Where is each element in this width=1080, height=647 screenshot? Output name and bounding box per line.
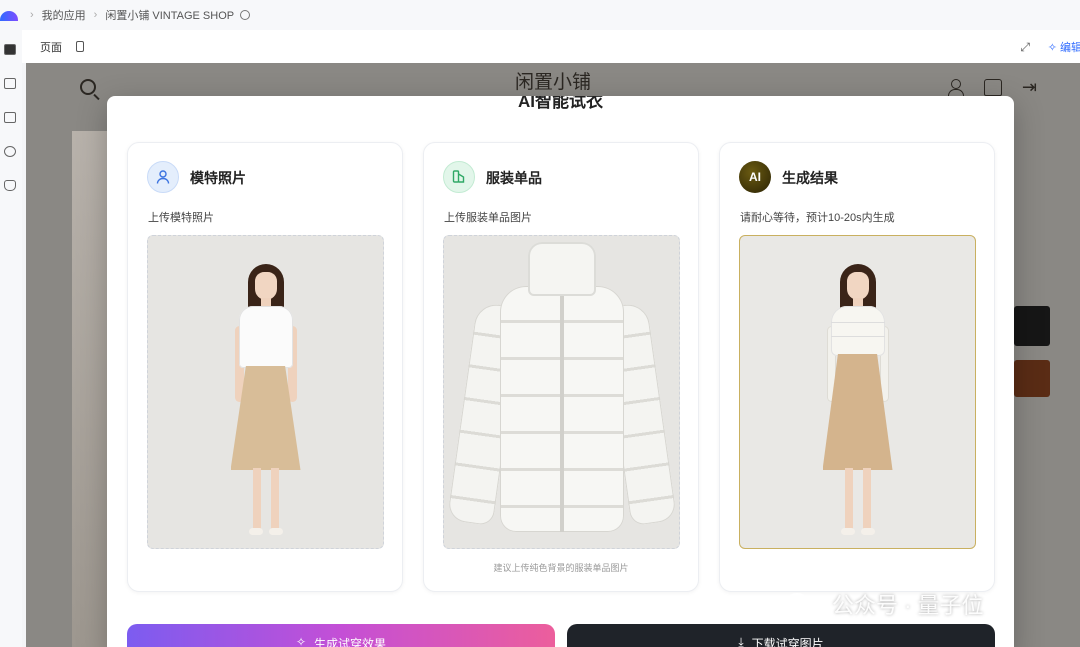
chevron-right-icon: › xyxy=(93,9,98,21)
model-photo-upload[interactable] xyxy=(147,235,384,549)
generate-label: 生成试穿效果 xyxy=(314,637,387,647)
mobile-preview-icon[interactable] xyxy=(76,41,84,52)
store-icon[interactable] xyxy=(984,79,1002,96)
puffer-jacket-image xyxy=(446,242,678,542)
card-title: 模特照片 xyxy=(190,170,246,186)
download-label: 下载试穿图片 xyxy=(751,637,824,647)
card-title: 服装单品 xyxy=(486,170,542,186)
fullscreen-icon[interactable]: ⤢ xyxy=(1020,40,1030,55)
settings-icon[interactable] xyxy=(240,10,251,20)
watermark-text: 公众号 · 量子位 xyxy=(832,593,984,618)
editor-subheader: 页面 ⤢ ✧ 编辑 xyxy=(22,30,1080,63)
garment-icon xyxy=(443,161,475,193)
background-dark-button xyxy=(1014,306,1050,346)
watermark: 公众号 · 量子位 xyxy=(786,588,984,620)
download-tryon-button[interactable]: ⤓ 下载试穿图片 xyxy=(567,624,995,647)
card-title: 生成结果 xyxy=(782,170,838,186)
background-brown-button xyxy=(1014,360,1050,397)
layout-icon[interactable] xyxy=(4,44,16,55)
person-icon xyxy=(147,161,179,193)
tryon-result-photo xyxy=(813,264,903,544)
app-logo-icon[interactable] xyxy=(0,8,22,22)
logout-icon[interactable]: ⇥ xyxy=(1022,77,1037,98)
card-subtitle: 请耐心等待，预计10-20s内生成 xyxy=(740,212,895,224)
sparkle-icon: ✧ xyxy=(295,635,307,647)
model-photo-card: 模特照片 上传模特照片 xyxy=(127,142,403,592)
upload-hint: 建议上传纯色背景的服装单品图片 xyxy=(493,563,629,573)
user-icon[interactable] xyxy=(948,79,964,97)
download-icon: ⤓ xyxy=(738,635,744,647)
component-icon[interactable] xyxy=(4,112,16,123)
garment-upload[interactable] xyxy=(443,235,680,549)
card-subtitle: 上传模特照片 xyxy=(148,212,214,224)
chevron-right-icon: › xyxy=(30,9,34,21)
breadcrumb: › 我的应用 › 闲置小铺 VINTAGE SHOP xyxy=(0,0,1080,30)
card-subtitle: 上传服装单品图片 xyxy=(444,212,532,224)
wechat-icon xyxy=(786,591,822,617)
database-icon[interactable] xyxy=(4,180,16,191)
background-product-image xyxy=(72,131,112,647)
edit-label: 编辑 xyxy=(1060,42,1080,54)
generate-tryon-button[interactable]: ✧ 生成试穿效果 xyxy=(127,624,555,647)
shop-title: 闲置小铺 xyxy=(514,71,591,93)
breadcrumb-my-apps[interactable]: 我的应用 xyxy=(42,7,86,23)
result-image xyxy=(739,235,976,549)
left-rail xyxy=(0,30,22,647)
plugin-icon[interactable] xyxy=(4,146,16,157)
model-photo xyxy=(221,264,311,544)
page-icon[interactable] xyxy=(4,78,16,89)
modal-title: AI智能试衣 xyxy=(518,96,603,111)
breadcrumb-app-name[interactable]: 闲置小铺 VINTAGE SHOP xyxy=(105,7,234,23)
garment-card: 服装单品 上传服装单品图片 建议上传纯色背景的服装单品图片 xyxy=(423,142,699,592)
edit-button[interactable]: ✧ 编辑 xyxy=(1048,39,1080,55)
ai-tryon-modal: AI智能试衣 模特照片 上传模特照片 服装单品 上传服装单品图片 建议上传纯色背… xyxy=(107,96,1014,647)
result-card: AI 生成结果 请耐心等待，预计10-20s内生成 xyxy=(719,142,995,592)
ai-badge-icon: AI xyxy=(739,161,771,193)
page-selector[interactable]: 页面 xyxy=(40,39,62,55)
